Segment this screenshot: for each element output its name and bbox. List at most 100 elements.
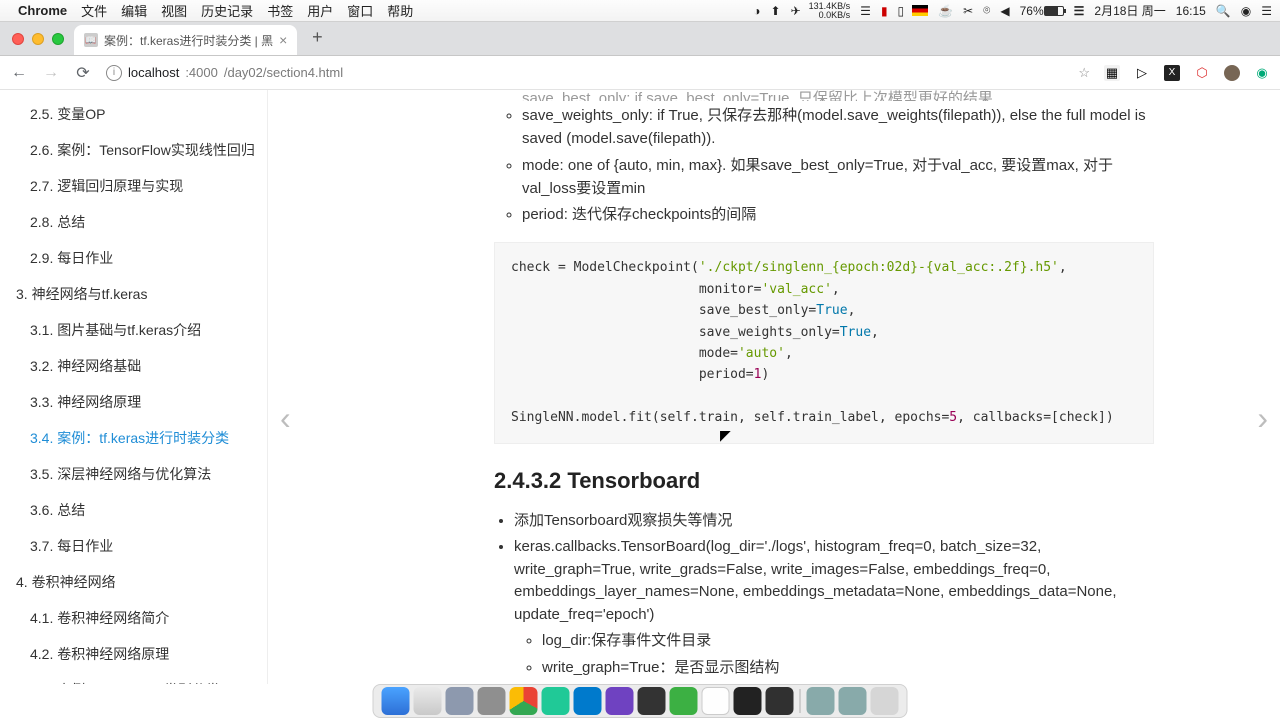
status-icon[interactable]: ⬆: [771, 4, 781, 18]
battery-percent: 76%: [1020, 4, 1044, 18]
macos-menubar: Chrome 文件 编辑 视图 历史记录 书签 用户 窗口 帮助 ◑ ⬆ ✈ 1…: [0, 0, 1280, 22]
sidebar-item-4.2[interactable]: 4.2. 卷积神经网络原理: [0, 636, 267, 672]
sidebar-item-3.3[interactable]: 3.3. 神经网络原理: [0, 384, 267, 420]
sidebar-item-3.6[interactable]: 3.6. 总结: [0, 492, 267, 528]
dock-app-icon[interactable]: [670, 687, 698, 715]
dock-settings-icon[interactable]: [478, 687, 506, 715]
reload-button[interactable]: ⟳: [74, 63, 92, 83]
dock-launchpad-icon[interactable]: [446, 687, 474, 715]
forward-button[interactable]: →: [42, 64, 60, 82]
prev-page-button[interactable]: ‹: [280, 400, 291, 437]
content-area[interactable]: ‹ › save_best_only: if save_best_only=Tr…: [268, 90, 1280, 684]
sidebar-item-2.5[interactable]: 2.5. 变量OP: [0, 96, 267, 132]
dock-safari-icon[interactable]: [414, 687, 442, 715]
new-tab-button[interactable]: +: [305, 25, 329, 49]
sidebar-item-3.7[interactable]: 3.7. 每日作业: [0, 528, 267, 564]
menu-window[interactable]: 窗口: [347, 1, 373, 20]
dock-finder-icon[interactable]: [382, 687, 410, 715]
sidebar-item-2.6[interactable]: 2.6. 案例：TensorFlow实现线性回归: [0, 132, 267, 168]
status-icon[interactable]: ▯: [898, 4, 905, 18]
dock-chrome-icon[interactable]: [510, 687, 538, 715]
page: 2.5. 变量OP2.6. 案例：TensorFlow实现线性回归2.7. 逻辑…: [0, 90, 1280, 684]
sidebar-item-3.4[interactable]: 3.4. 案例：tf.keras进行时装分类: [0, 420, 267, 456]
bullet-cut: save_best_only: if save_best_only=True, …: [522, 90, 1154, 101]
sidebar-item-4[interactable]: 4. 卷积神经网络: [0, 564, 267, 600]
bullet-item: keras.callbacks.TensorBoard(log_dir='./l…: [514, 536, 1154, 684]
scissors-icon[interactable]: ✂: [963, 4, 973, 18]
battery-icon[interactable]: [1044, 6, 1064, 16]
flag-de-icon[interactable]: [912, 5, 928, 16]
dock-terminal-icon[interactable]: [734, 687, 762, 715]
sidebar-item-4.1[interactable]: 4.1. 卷积神经网络简介: [0, 600, 267, 636]
menu-history[interactable]: 历史记录: [201, 1, 253, 20]
window-controls: [12, 33, 64, 45]
dock-vscode-icon[interactable]: [574, 687, 602, 715]
profile-avatar[interactable]: [1224, 65, 1240, 81]
dock-app-icon[interactable]: [606, 687, 634, 715]
bullet-item: period: 迭代保存checkpoints的间隔: [522, 203, 1154, 226]
browser-tabstrip: 📖 案例：tf.keras进行时装分类 | 黑 × +: [0, 22, 1280, 56]
macos-dock[interactable]: [373, 684, 908, 718]
app-name[interactable]: Chrome: [18, 3, 67, 18]
status-icon[interactable]: ◑: [753, 4, 760, 18]
status-icon[interactable]: ☰: [860, 4, 871, 18]
dock-folder-icon[interactable]: [839, 687, 867, 715]
toc-sidebar[interactable]: 2.5. 变量OP2.6. 案例：TensorFlow实现线性回归2.7. 逻辑…: [0, 90, 268, 684]
date: 2月18日 周一: [1094, 2, 1165, 19]
sidebar-item-3.1[interactable]: 3.1. 图片基础与tf.keras介绍: [0, 312, 267, 348]
site-info-icon[interactable]: i: [106, 65, 122, 81]
sidebar-item-3.2[interactable]: 3.2. 神经网络基础: [0, 348, 267, 384]
menu-help[interactable]: 帮助: [387, 1, 413, 20]
ext-icon[interactable]: ◉: [1254, 65, 1270, 81]
sidebar-item-3[interactable]: 3. 神经网络与tf.keras: [0, 276, 267, 312]
volume-icon[interactable]: ◀: [1000, 4, 1009, 18]
time: 16:15: [1176, 4, 1206, 18]
dock-folder-icon[interactable]: [807, 687, 835, 715]
next-page-button[interactable]: ›: [1257, 400, 1268, 437]
dock-obs-icon[interactable]: [766, 687, 794, 715]
sidebar-item-4.3[interactable]: 4.3. 案例：CIFAR100类别分类: [0, 672, 267, 684]
sidebar-item-2.9[interactable]: 2.9. 每日作业: [0, 240, 267, 276]
menu-bookmarks[interactable]: 书签: [267, 1, 293, 20]
dock-trash-icon[interactable]: [871, 687, 899, 715]
ext-icon[interactable]: ▷: [1134, 65, 1150, 81]
menu-edit[interactable]: 编辑: [121, 1, 147, 20]
section-heading: 2.4.3.2 Tensorboard: [494, 468, 1154, 494]
notifications-icon[interactable]: ☰: [1261, 4, 1272, 18]
code-block[interactable]: check = ModelCheckpoint('./ckpt/singlenn…: [494, 242, 1154, 444]
ext-icon[interactable]: X: [1164, 65, 1180, 81]
browser-toolbar: ← → ⟳ i localhost:4000/day02/section4.ht…: [0, 56, 1280, 90]
status-icon[interactable]: ⌾: [983, 3, 990, 18]
address-bar[interactable]: i localhost:4000/day02/section4.html: [106, 65, 1064, 81]
bullet-item: 添加Tensorboard观察损失等情况: [514, 510, 1154, 533]
ext-icon[interactable]: ⬡: [1194, 65, 1210, 81]
ext-icon[interactable]: ▦: [1104, 65, 1120, 81]
bookmark-star-icon[interactable]: ☆: [1078, 65, 1090, 81]
close-window-button[interactable]: [12, 33, 24, 45]
minimize-window-button[interactable]: [32, 33, 44, 45]
close-tab-button[interactable]: ×: [279, 32, 287, 48]
dock-app-icon[interactable]: [638, 687, 666, 715]
tab-favicon: 📖: [84, 33, 98, 47]
dock-pycharm-icon[interactable]: [542, 687, 570, 715]
back-button[interactable]: ←: [10, 64, 28, 82]
status-icon[interactable]: ▮: [881, 4, 888, 18]
sidebar-item-2.7[interactable]: 2.7. 逻辑回归原理与实现: [0, 168, 267, 204]
status-icon[interactable]: ☕: [938, 4, 953, 18]
menu-user[interactable]: 用户: [307, 1, 333, 20]
menu-view[interactable]: 视图: [161, 1, 187, 20]
url-port: :4000: [185, 65, 218, 80]
bullet-item: write_graph=True：是否显示图结构: [542, 656, 1154, 679]
bullet-item: save_weights_only: if True, 只保存去那种(model…: [522, 104, 1154, 151]
menu-file[interactable]: 文件: [81, 1, 107, 20]
tab-title: 案例：tf.keras进行时装分类 | 黑: [104, 32, 273, 49]
sidebar-item-3.5[interactable]: 3.5. 深层神经网络与优化算法: [0, 456, 267, 492]
browser-tab[interactable]: 📖 案例：tf.keras进行时装分类 | 黑 ×: [74, 25, 297, 55]
maximize-window-button[interactable]: [52, 33, 64, 45]
dock-textedit-icon[interactable]: [702, 687, 730, 715]
spotlight-icon[interactable]: 🔍: [1216, 4, 1231, 18]
status-icon[interactable]: ☰: [1074, 4, 1085, 18]
telegram-icon[interactable]: ✈: [791, 4, 801, 18]
siri-icon[interactable]: ◉: [1241, 4, 1251, 18]
sidebar-item-2.8[interactable]: 2.8. 总结: [0, 204, 267, 240]
